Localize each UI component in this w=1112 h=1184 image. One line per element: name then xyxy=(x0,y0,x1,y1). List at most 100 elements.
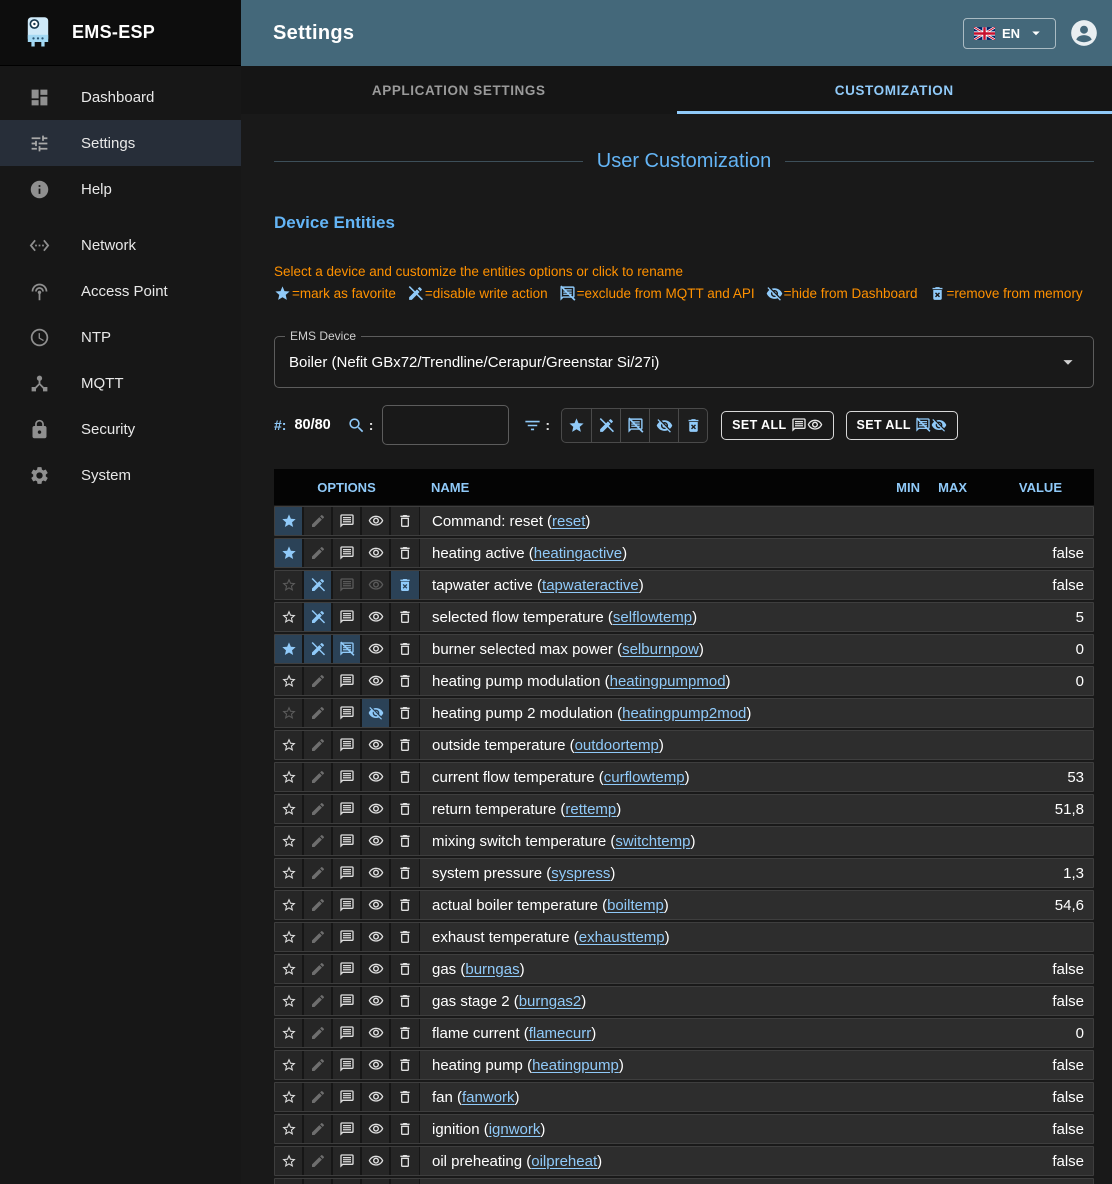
comment-toggle[interactable] xyxy=(333,827,362,855)
delete-toggle[interactable] xyxy=(391,1179,420,1184)
star-o-toggle[interactable] xyxy=(275,827,304,855)
pencil-toggle[interactable] xyxy=(304,891,333,919)
tab-application-settings[interactable]: APPLICATION SETTINGS xyxy=(241,66,677,114)
delete-toggle[interactable] xyxy=(391,731,420,759)
eye-toggle[interactable] xyxy=(362,891,391,919)
eye-toggle[interactable] xyxy=(362,603,391,631)
delete-toggle[interactable] xyxy=(391,699,420,727)
comment-toggle[interactable] xyxy=(333,1179,362,1184)
user-avatar-icon[interactable] xyxy=(1070,19,1098,47)
star-toggle[interactable] xyxy=(275,507,304,535)
star-o-toggle[interactable] xyxy=(275,763,304,791)
comment-toggle[interactable] xyxy=(333,603,362,631)
delete-toggle[interactable] xyxy=(391,603,420,631)
eye-toggle[interactable] xyxy=(362,1115,391,1143)
comment-toggle[interactable] xyxy=(333,507,362,535)
entity-name[interactable]: heating pump modulation (heatingpumpmod) xyxy=(420,667,993,695)
eye-toggle[interactable] xyxy=(362,635,391,663)
eye-toggle[interactable] xyxy=(362,571,391,599)
entity-code-link[interactable]: burngas2 xyxy=(519,993,582,1010)
entity-code-link[interactable]: selflowtemp xyxy=(613,609,692,626)
entity-name[interactable]: actual boiler temperature (boiltemp) xyxy=(420,891,993,919)
comment-toggle[interactable] xyxy=(333,1115,362,1143)
sidebar-item-network[interactable]: Network xyxy=(0,222,241,268)
entity-code-link[interactable]: switchtemp xyxy=(615,833,690,850)
delete-forever-filter-button[interactable] xyxy=(678,409,707,442)
sidebar-item-system[interactable]: System xyxy=(0,452,241,498)
entity-name[interactable]: return temperature (rettemp) xyxy=(420,795,993,823)
entity-name[interactable]: heating activated (heatingactivated) xyxy=(420,1179,993,1184)
comment-toggle[interactable] xyxy=(333,891,362,919)
star-o-toggle[interactable] xyxy=(275,731,304,759)
pencil-toggle[interactable] xyxy=(304,795,333,823)
star-o-toggle[interactable] xyxy=(275,571,304,599)
pencil-toggle[interactable] xyxy=(304,667,333,695)
pencil-toggle[interactable] xyxy=(304,1179,333,1184)
entity-code-link[interactable]: tapwateractive xyxy=(542,577,639,594)
comment-toggle[interactable] xyxy=(333,987,362,1015)
comment-toggle[interactable] xyxy=(333,667,362,695)
delete-toggle[interactable] xyxy=(391,987,420,1015)
pencil-toggle[interactable] xyxy=(304,955,333,983)
comment-off-filter-button[interactable] xyxy=(620,409,649,442)
entity-code-link[interactable]: boiltemp xyxy=(607,897,664,914)
entity-name[interactable]: mixing switch temperature (switchtemp) xyxy=(420,827,993,855)
delete-toggle[interactable] xyxy=(391,1051,420,1079)
entity-code-link[interactable]: burngas xyxy=(465,961,519,978)
pencil-toggle[interactable] xyxy=(304,1147,333,1175)
pencil-toggle[interactable] xyxy=(304,1051,333,1079)
delete-toggle[interactable] xyxy=(391,667,420,695)
delete-toggle[interactable] xyxy=(391,795,420,823)
entity-name[interactable]: ignition (ignwork) xyxy=(420,1115,993,1143)
entity-code-link[interactable]: oilpreheat xyxy=(531,1153,597,1170)
pencil-toggle[interactable] xyxy=(304,987,333,1015)
delete-toggle[interactable] xyxy=(391,763,420,791)
pencil-off-toggle[interactable] xyxy=(304,603,333,631)
sidebar-item-access-point[interactable]: Access Point xyxy=(0,268,241,314)
eye-toggle[interactable] xyxy=(362,507,391,535)
star-toggle[interactable] xyxy=(275,635,304,663)
entity-name[interactable]: Command: reset (reset) xyxy=(420,507,993,535)
pencil-toggle[interactable] xyxy=(304,859,333,887)
star-o-toggle[interactable] xyxy=(275,955,304,983)
entity-name[interactable]: exhaust temperature (exhausttemp) xyxy=(420,923,993,951)
delete-toggle[interactable] xyxy=(391,955,420,983)
entity-code-link[interactable]: rettemp xyxy=(565,801,616,818)
entity-name[interactable]: heating pump (heatingpump) xyxy=(420,1051,993,1079)
star-o-toggle[interactable] xyxy=(275,1019,304,1047)
sidebar-item-ntp[interactable]: NTP xyxy=(0,314,241,360)
eye-toggle[interactable] xyxy=(362,763,391,791)
sidebar-item-mqtt[interactable]: MQTT xyxy=(0,360,241,406)
entity-code-link[interactable]: reset xyxy=(552,513,585,530)
pencil-toggle[interactable] xyxy=(304,923,333,951)
eye-off-toggle[interactable] xyxy=(362,699,391,727)
comment-toggle[interactable] xyxy=(333,571,362,599)
entity-code-link[interactable]: heatingpump2mod xyxy=(622,705,746,722)
entity-code-link[interactable]: exhausttemp xyxy=(579,929,665,946)
delete-toggle[interactable] xyxy=(391,827,420,855)
eye-toggle[interactable] xyxy=(362,1147,391,1175)
search-input[interactable] xyxy=(382,405,509,445)
entity-code-link[interactable]: outdoortemp xyxy=(575,737,659,754)
comment-toggle[interactable] xyxy=(333,1051,362,1079)
eye-toggle[interactable] xyxy=(362,539,391,567)
eye-toggle[interactable] xyxy=(362,827,391,855)
pencil-toggle[interactable] xyxy=(304,827,333,855)
delete-toggle[interactable] xyxy=(391,1147,420,1175)
pencil-off-toggle[interactable] xyxy=(304,635,333,663)
star-o-toggle[interactable] xyxy=(275,603,304,631)
delete-toggle[interactable] xyxy=(391,891,420,919)
entity-name[interactable]: outside temperature (outdoortemp) xyxy=(420,731,993,759)
entity-name[interactable]: selected flow temperature (selflowtemp) xyxy=(420,603,993,631)
pencil-toggle[interactable] xyxy=(304,1083,333,1111)
sidebar-item-security[interactable]: Security xyxy=(0,406,241,452)
star-o-toggle[interactable] xyxy=(275,667,304,695)
comment-toggle[interactable] xyxy=(333,795,362,823)
entity-name[interactable]: system pressure (syspress) xyxy=(420,859,993,887)
tab-customization[interactable]: CUSTOMIZATION xyxy=(677,66,1112,114)
pencil-toggle[interactable] xyxy=(304,699,333,727)
delete-forever-toggle[interactable] xyxy=(391,571,420,599)
entity-name[interactable]: flame current (flamecurr) xyxy=(420,1019,993,1047)
star-o-toggle[interactable] xyxy=(275,1083,304,1111)
star-o-toggle[interactable] xyxy=(275,987,304,1015)
